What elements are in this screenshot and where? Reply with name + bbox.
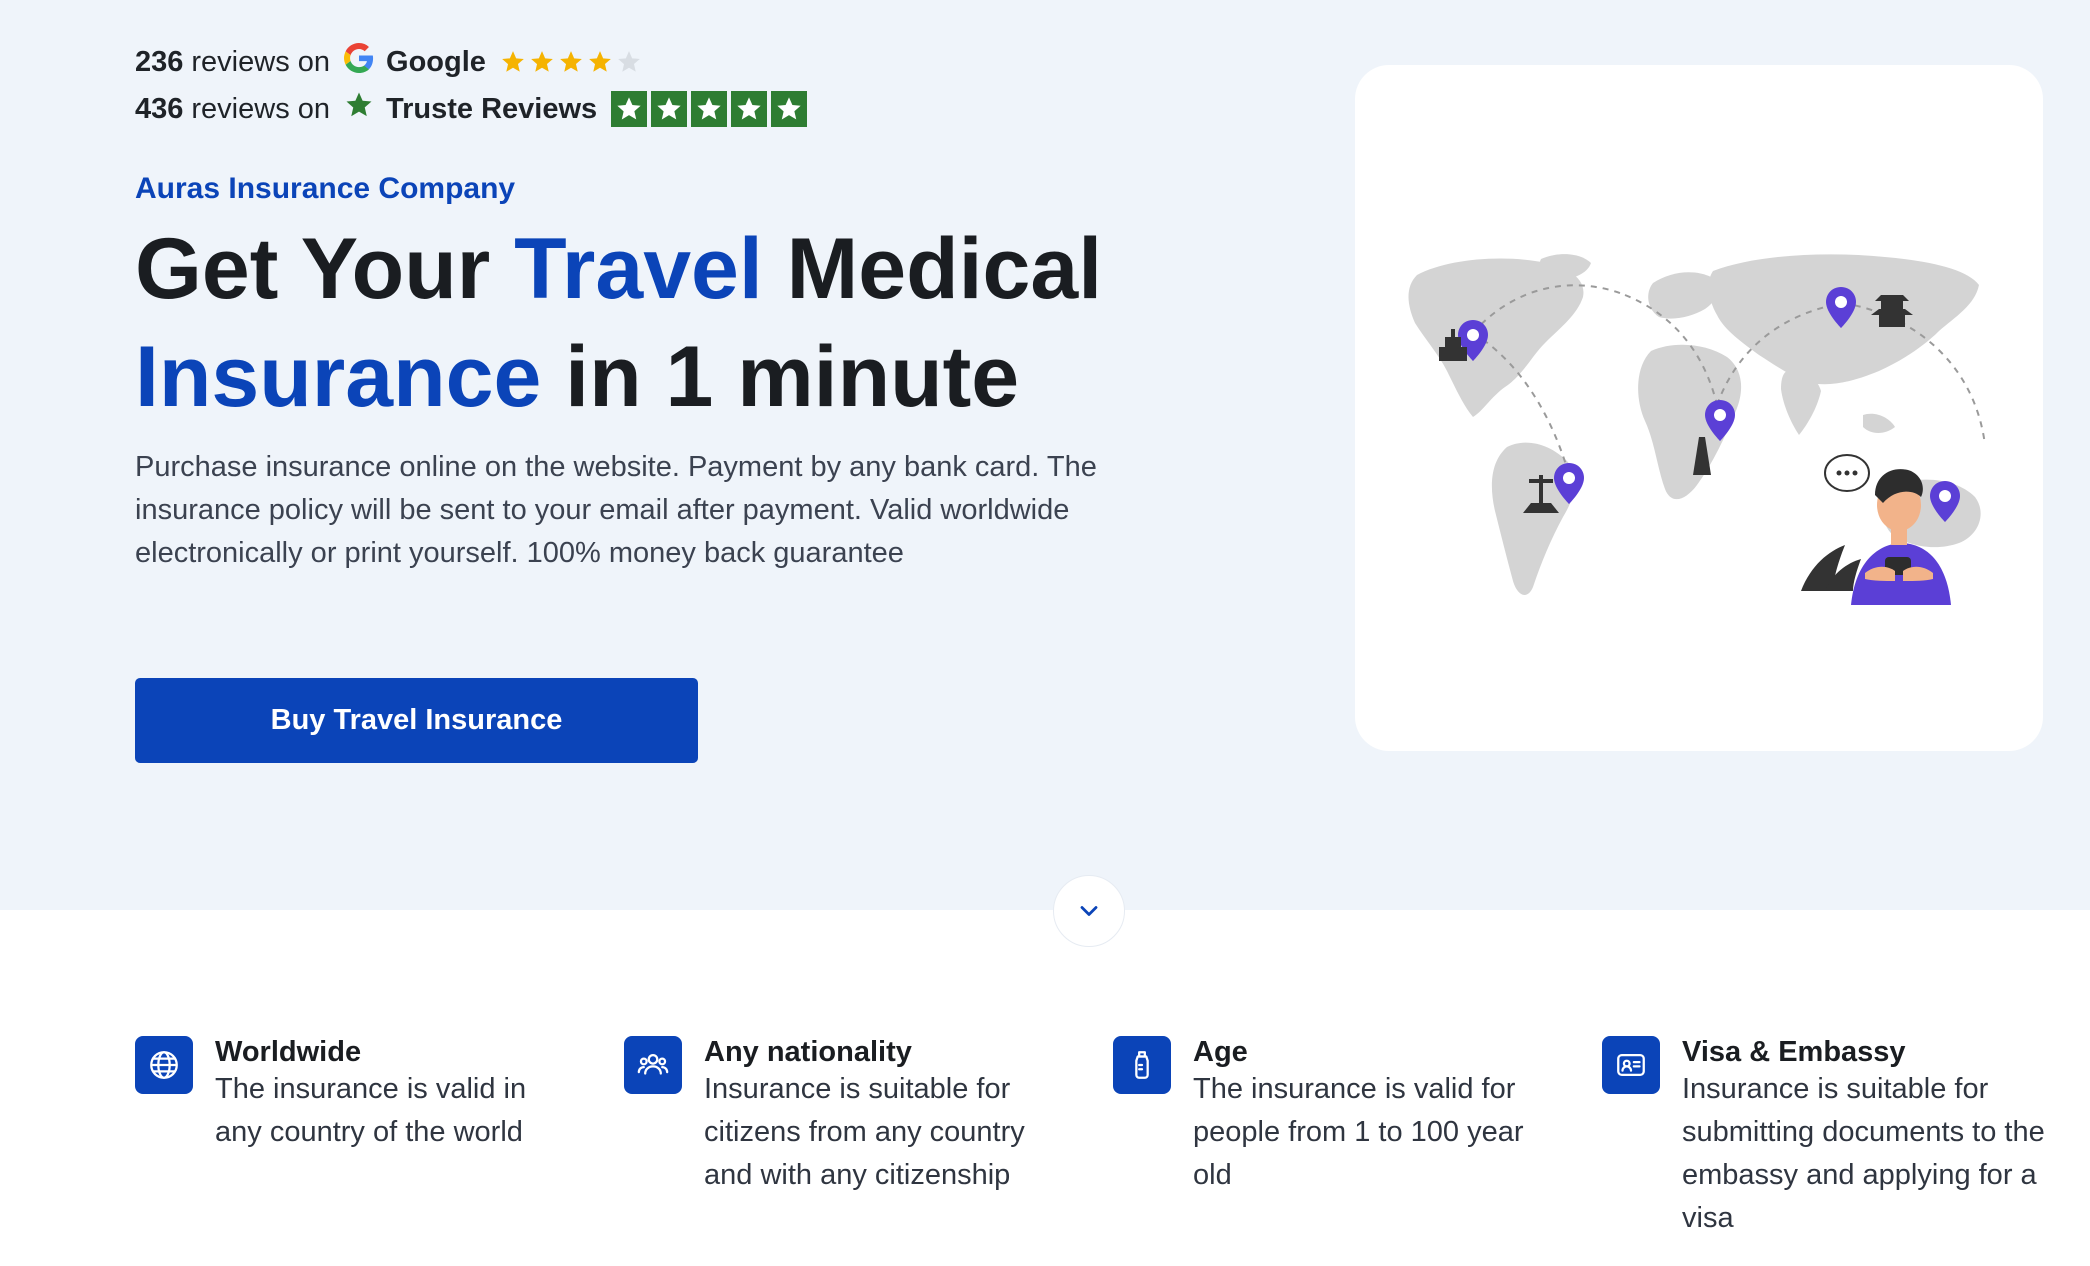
google-g-icon	[344, 43, 374, 81]
trustpilot-reviews-on-text: reviews on	[191, 92, 331, 125]
feature-description: Insurance is suitable for citizens from …	[704, 1073, 1025, 1191]
hero-description: Purchase insurance online on the website…	[135, 451, 1097, 569]
trustpilot-review-count: 436	[135, 92, 184, 125]
globe-icon	[135, 1036, 193, 1094]
feature-description: The insurance is valid in any country of…	[215, 1073, 527, 1148]
headline-part-2: Medical	[762, 221, 1103, 317]
green-star-icon	[344, 90, 374, 128]
trustpilot-brand-label: Truste Reviews	[386, 92, 598, 125]
headline-part-1: Get Your	[135, 221, 515, 317]
feature-title: Visa & Embassy	[1682, 1036, 1906, 1068]
scroll-down-button[interactable]	[1053, 875, 1125, 947]
company-name: Auras Insurance Company	[135, 172, 516, 205]
feature-age: Age The insurance is valid for people fr…	[1113, 1036, 1563, 1197]
chevron-down-icon	[1080, 906, 1098, 916]
feature-title: Worldwide	[215, 1036, 362, 1068]
feature-description: Insurance is suitable for submitting doc…	[1682, 1073, 2045, 1234]
trustpilot-rating-stars	[611, 91, 808, 127]
trustpilot-star-icon	[771, 91, 808, 127]
feature-title: Any nationality	[704, 1036, 912, 1068]
baby-bottle-icon	[1113, 1036, 1171, 1094]
users-icon	[624, 1036, 682, 1094]
google-reviews-on-text: reviews on	[191, 45, 331, 78]
hero-section: 236 reviews on Google 436 reviews on Tru…	[0, 0, 2090, 910]
world-map-graphic	[1408, 254, 1986, 605]
opera-house-landmark-icon	[1801, 545, 1861, 591]
star-icon	[560, 51, 582, 72]
google-brand-label: Google	[386, 45, 486, 78]
headline-accent-travel: Travel	[514, 221, 763, 317]
google-review-count: 236	[135, 45, 184, 78]
buy-travel-insurance-button[interactable]: Buy Travel Insurance	[135, 678, 698, 763]
star-icon	[531, 51, 553, 72]
id-card-icon	[1602, 1036, 1660, 1094]
trustpilot-star-icon	[611, 91, 648, 127]
google-reviews-row[interactable]: 236 reviews on Google	[135, 42, 642, 82]
star-icon	[589, 51, 611, 72]
feature-visa-embassy: Visa & Embassy Insurance is suitable for…	[1602, 1036, 2062, 1240]
star-empty-icon	[618, 51, 640, 72]
trustpilot-reviews-row[interactable]: 436 reviews on Truste Reviews	[135, 89, 808, 129]
trustpilot-star-icon	[691, 91, 728, 127]
feature-title: Age	[1193, 1036, 1248, 1068]
feature-description: The insurance is valid for people from 1…	[1193, 1073, 1524, 1191]
page-title: Get Your Travel Medical Insurance in 1 mi…	[135, 215, 1135, 431]
trustpilot-star-icon	[651, 91, 688, 127]
world-map-illustration	[1355, 65, 2043, 751]
feature-worldwide: Worldwide The insurance is valid in any …	[135, 1036, 575, 1154]
trustpilot-star-icon	[731, 91, 768, 127]
headline-accent-insurance: Insurance	[135, 329, 542, 425]
headline-part-3: in 1 minute	[541, 329, 1020, 425]
feature-any-nationality: Any nationality Insurance is suitable fo…	[624, 1036, 1074, 1197]
chat-bubble-icon	[1824, 454, 1870, 492]
star-icon	[502, 51, 524, 72]
google-rating-stars	[500, 49, 642, 75]
